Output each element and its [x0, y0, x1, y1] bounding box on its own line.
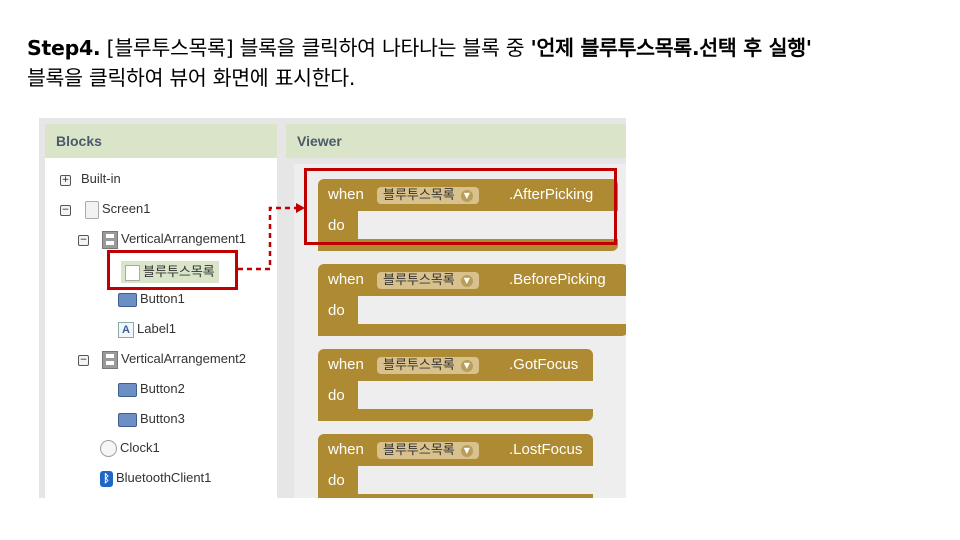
event-name: .BeforePicking — [509, 271, 606, 288]
tree-item-screen1[interactable]: Screen1 — [85, 199, 150, 219]
tree-label: BluetoothClient1 — [116, 470, 212, 485]
dropdown-arrow-icon: ▼ — [460, 359, 473, 372]
caption-text-line2: 블록을 클릭하여 뷰어 화면에 표시한다. — [27, 66, 356, 90]
dropdown-value: 블루투스목록 — [383, 443, 455, 458]
tree-item-label1[interactable]: A Label1 — [118, 319, 176, 339]
tree-item-varr2[interactable]: VerticalArrangement2 — [102, 349, 246, 369]
block-footer — [318, 324, 626, 336]
label-icon: A — [118, 321, 134, 338]
when-keyword: when — [328, 441, 364, 458]
listpicker-highlight-box — [107, 250, 238, 290]
collapse-varr2-toggle[interactable]: − — [78, 355, 89, 366]
do-keyword: do — [328, 387, 345, 404]
clock-icon — [100, 440, 117, 458]
collapse-varr1-toggle[interactable]: − — [78, 235, 89, 246]
block-footer — [318, 494, 593, 498]
tree-label: Button1 — [140, 291, 185, 306]
tree-item-bluetoothclient1[interactable]: ᛒ BluetoothClient1 — [100, 468, 211, 488]
tree-label: Button3 — [140, 411, 185, 426]
when-keyword: when — [328, 271, 364, 288]
when-keyword: when — [328, 356, 364, 373]
viewer-panel-title: Viewer — [286, 124, 626, 158]
instruction-caption: Step4. [블루투스목록] 블록을 클릭하여 나타나는 블록 중 '언제 블… — [27, 33, 947, 93]
caption-quoted-block: '언제 블루투스목록.선택 후 실행' — [530, 36, 813, 60]
collapse-screen-toggle[interactable]: − — [60, 205, 71, 216]
tree-label: Label1 — [137, 321, 177, 336]
tree-label: VerticalArrangement2 — [121, 351, 247, 366]
do-keyword: do — [328, 472, 345, 489]
screen-icon — [85, 200, 99, 219]
step-label: Step4. — [27, 36, 101, 60]
do-slot — [358, 296, 626, 324]
vertical-arrangement-icon — [102, 350, 118, 369]
dropdown-value: 블루투스목록 — [383, 273, 455, 288]
button-icon — [118, 292, 137, 307]
caption-text: [블루투스목록] 블록을 클릭하여 나타나는 블록 중 — [100, 36, 531, 60]
event-name: .GotFocus — [509, 356, 579, 373]
tree-item-button1[interactable]: Button1 — [118, 289, 185, 309]
component-dropdown[interactable]: 블루투스목록 ▼ — [377, 357, 479, 374]
tree-item-clock1[interactable]: Clock1 — [100, 438, 160, 458]
component-dropdown[interactable]: 블루투스목록 ▼ — [377, 272, 479, 289]
tree-label: VerticalArrangement1 — [121, 231, 247, 246]
tree-item-button3[interactable]: Button3 — [118, 409, 185, 429]
dropdown-arrow-icon: ▼ — [460, 274, 473, 287]
bluetooth-icon: ᛒ — [100, 470, 113, 487]
dropdown-value: 블루투스목록 — [383, 358, 455, 373]
tree-item-button2[interactable]: Button2 — [118, 379, 185, 399]
tree-item-builtin[interactable]: Built-in — [81, 169, 121, 189]
event-block-lostfocus[interactable]: when 블루투스목록 ▼ .LostFocus do — [318, 434, 593, 498]
button-icon — [118, 382, 137, 397]
event-block-beforepicking[interactable]: when 블루투스목록 ▼ .BeforePicking do — [318, 264, 626, 336]
component-dropdown[interactable]: 블루투스목록 ▼ — [377, 442, 479, 459]
dropdown-arrow-icon: ▼ — [460, 444, 473, 457]
vertical-arrangement-icon — [102, 230, 118, 249]
do-slot — [358, 381, 593, 409]
expand-builtin-toggle[interactable]: + — [60, 175, 71, 186]
tree-label: Built-in — [81, 171, 121, 186]
tree-label: Clock1 — [120, 440, 160, 455]
tree-label: Button2 — [140, 381, 185, 396]
do-slot — [358, 466, 593, 494]
afterpicking-highlight-box — [304, 168, 617, 245]
tree-label: Screen1 — [102, 201, 151, 216]
blocks-panel: Blocks + Built-in − Screen1 − VerticalAr… — [45, 124, 277, 498]
do-keyword: do — [328, 302, 345, 319]
connector-arrow — [238, 203, 305, 271]
tree-item-varr1[interactable]: VerticalArrangement1 — [102, 229, 246, 249]
blocks-panel-title: Blocks — [45, 124, 277, 158]
block-footer — [318, 409, 593, 421]
event-name: .LostFocus — [509, 441, 583, 458]
button-icon — [118, 412, 137, 427]
event-block-gotfocus[interactable]: when 블루투스목록 ▼ .GotFocus do — [318, 349, 593, 421]
